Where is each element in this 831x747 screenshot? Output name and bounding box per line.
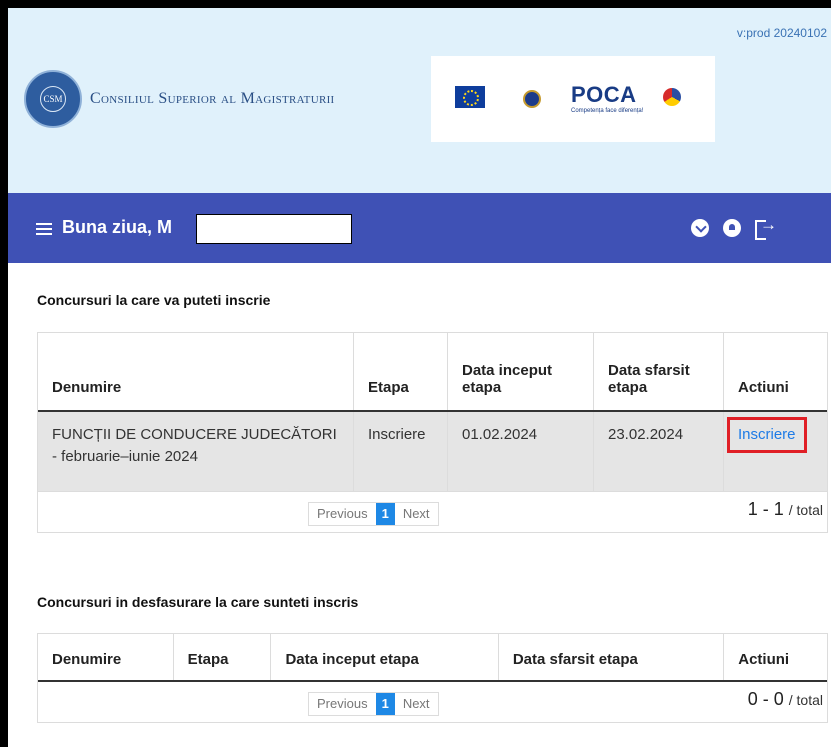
column-header: Actiuni bbox=[738, 651, 790, 668]
pagination: Previous 1 Next bbox=[308, 502, 439, 526]
stage-start-date: 01.02.2024 bbox=[448, 412, 594, 491]
column-header: Etapa bbox=[354, 333, 448, 410]
bell-icon[interactable] bbox=[723, 219, 741, 237]
results-range: 0 - 0 bbox=[747, 689, 784, 709]
results-total: 0 - 0 / total bbox=[748, 689, 823, 710]
institution-title: Consiliul Superior al Magistraturii bbox=[90, 90, 335, 107]
register-link[interactable]: Inscriere bbox=[727, 417, 807, 453]
romanian-government-icon bbox=[523, 90, 541, 108]
app-frame: v:prod 20240102 CSM Consiliul Superior a… bbox=[8, 8, 831, 747]
pagination: Previous 1 Next bbox=[308, 692, 439, 716]
enrolled-contests-table: Denumire Etapa Data inceput etapa Data s… bbox=[37, 633, 828, 723]
contest-stage: Inscriere bbox=[354, 412, 448, 491]
actions-cell: Inscriere bbox=[724, 412, 827, 491]
next-page-button[interactable]: Next bbox=[395, 693, 438, 715]
available-contests-table: Denumire Etapa Data inceput etapa Data s… bbox=[37, 332, 828, 533]
column-header: Data sfarsit etapa bbox=[594, 333, 724, 410]
ministry-logo-icon bbox=[663, 88, 681, 106]
column-header: Denumire bbox=[38, 333, 354, 410]
previous-page-button[interactable]: Previous bbox=[309, 503, 376, 525]
download-icon[interactable] bbox=[691, 219, 709, 237]
results-total: 1 - 1 / total bbox=[748, 499, 823, 520]
poca-slogan: Competența face diferența! bbox=[571, 108, 644, 114]
previous-page-button[interactable]: Previous bbox=[309, 693, 376, 715]
logout-icon[interactable] bbox=[755, 215, 777, 240]
next-page-button[interactable]: Next bbox=[395, 503, 438, 525]
column-header: Denumire bbox=[38, 634, 174, 680]
poca-logo: POCA bbox=[571, 82, 637, 107]
table-header: Denumire Etapa Data inceput etapa Data s… bbox=[38, 634, 827, 682]
version-label: v:prod 20240102 bbox=[736, 26, 827, 40]
page-1-button[interactable]: 1 bbox=[375, 693, 395, 715]
table-footer: Previous 1 Next 1 - 1 / total bbox=[38, 492, 827, 532]
top-navbar: Buna ziua, M bbox=[8, 193, 831, 263]
available-contests-title: Concursuri la care va puteti inscrie bbox=[37, 292, 271, 308]
table-footer: Previous 1 Next 0 - 0 / total bbox=[38, 682, 827, 722]
column-header: Data sfarsit etapa bbox=[499, 634, 725, 680]
redacted-username bbox=[196, 214, 352, 244]
results-total-suffix: / total bbox=[788, 502, 823, 518]
csm-logo-text: CSM bbox=[40, 86, 66, 112]
column-header: Actiuni bbox=[738, 379, 789, 396]
greeting-text: Buna ziua, M bbox=[62, 217, 173, 237]
brand-header: v:prod 20240102 CSM Consiliul Superior a… bbox=[8, 8, 831, 193]
table-row: FUNCȚII DE CONDUCERE JUDECĂTORI - februa… bbox=[38, 412, 827, 492]
column-header: Data inceput etapa bbox=[271, 634, 499, 680]
page-1-button[interactable]: 1 bbox=[375, 503, 395, 525]
eu-flag-icon bbox=[455, 86, 485, 108]
menu-icon[interactable] bbox=[36, 223, 52, 235]
column-header: Etapa bbox=[174, 634, 272, 680]
column-header: Data inceput etapa bbox=[448, 333, 594, 410]
contest-name: FUNCȚII DE CONDUCERE JUDECĂTORI - februa… bbox=[38, 412, 354, 491]
sponsor-logos: POCA Competența face diferența! bbox=[431, 56, 715, 142]
results-total-suffix: / total bbox=[788, 692, 823, 708]
csm-logo-icon: CSM bbox=[24, 70, 82, 128]
table-header: Denumire Etapa Data inceput etapa Data s… bbox=[38, 333, 827, 412]
results-range: 1 - 1 bbox=[747, 499, 784, 519]
enrolled-contests-title: Concursuri in desfasurare la care suntet… bbox=[37, 594, 359, 610]
stage-end-date: 23.02.2024 bbox=[594, 412, 724, 491]
